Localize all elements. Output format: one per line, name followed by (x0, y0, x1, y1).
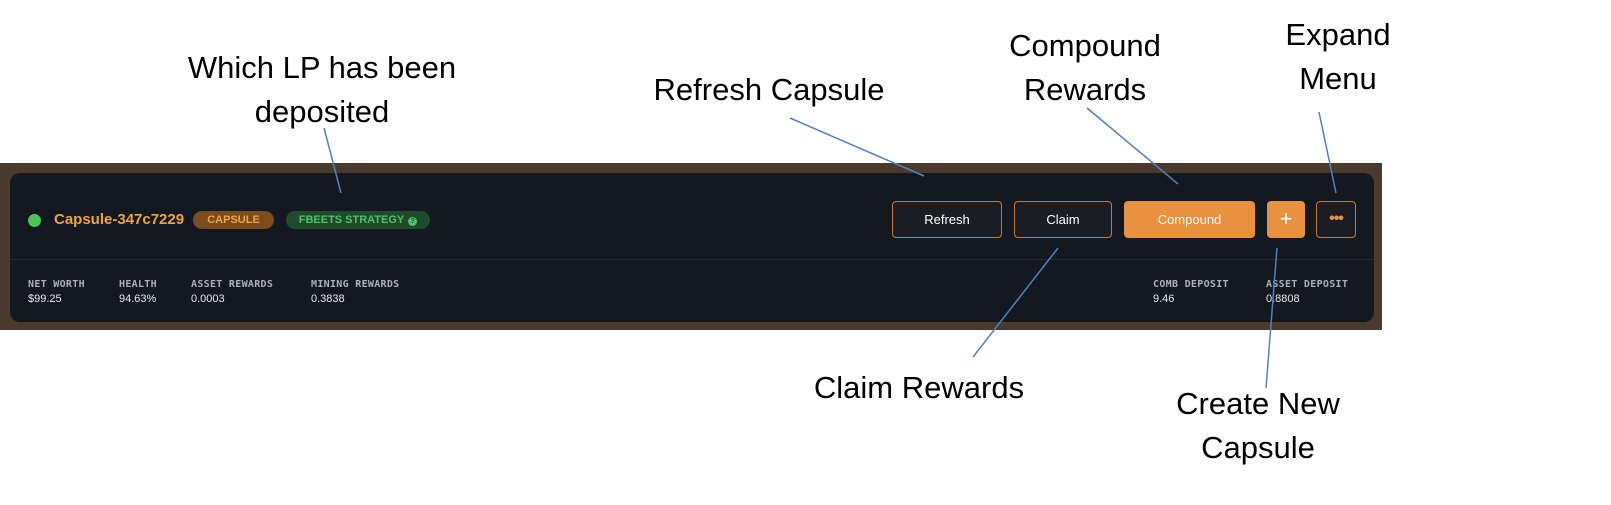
connector-create (1265, 247, 1278, 389)
connector-claim (972, 247, 1059, 358)
connector-expand (1318, 111, 1337, 194)
connector-refresh (789, 117, 925, 177)
annotation-lines (323, 107, 1337, 389)
connector-compound (1086, 107, 1179, 185)
connector-lp (323, 127, 342, 194)
